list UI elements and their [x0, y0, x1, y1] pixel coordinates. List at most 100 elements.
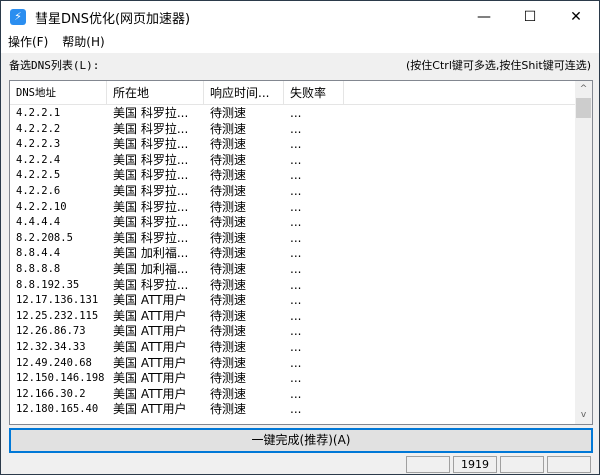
cell-response-time: 待测速: [210, 293, 247, 308]
cell-response-time: 待测速: [210, 215, 247, 230]
cell-location: 美国 科罗拉...: [113, 137, 189, 152]
cell-failure-rate: ...: [290, 168, 302, 183]
cell-location: 美国 加利福...: [113, 261, 189, 276]
cell-dns-address: 4.2.2.3: [16, 138, 61, 151]
window-title: 彗星DNS优化(网页加速器): [35, 11, 191, 27]
cell-response-time: 待测速: [210, 277, 247, 292]
cell-dns-address: 4.2.2.10: [16, 200, 67, 213]
cell-dns-address: 4.4.4.4: [16, 216, 61, 229]
menu-help[interactable]: 帮助(H): [55, 33, 111, 53]
cell-failure-rate: ...: [290, 277, 302, 292]
cell-location: 美国 科罗拉...: [113, 215, 189, 230]
table-row[interactable]: 12.25.232.115 美国 ATT用户 待测速...: [10, 309, 344, 325]
cell-response-time: 待测速: [210, 246, 247, 261]
cell-response-time: 待测速: [210, 199, 247, 214]
table-row[interactable]: 4.2.2.3 美国 科罗拉... 待测速...: [10, 137, 344, 153]
scroll-thumb[interactable]: [576, 98, 591, 118]
table-row[interactable]: 4.2.2.10 美国 科罗拉... 待测速...: [10, 200, 344, 216]
table-row[interactable]: 8.8.4.4 美国 加利福... 待测速...: [10, 246, 344, 262]
cell-failure-rate: ...: [290, 106, 302, 120]
cell-dns-address: 4.2.2.1: [16, 107, 61, 119]
cell-dns-address: 4.2.2.2: [16, 122, 61, 135]
cell-dns-address: 4.2.2.6: [16, 184, 61, 197]
cell-location: 美国 ATT用户: [113, 371, 187, 386]
cell-location: 美国 ATT用户: [113, 339, 187, 354]
scroll-up-icon[interactable]: ^: [575, 81, 592, 98]
table-row[interactable]: 12.150.146.198 美国 ATT用户 待测速...: [10, 371, 344, 387]
status-pane: [406, 456, 450, 473]
minimize-button[interactable]: —: [461, 1, 507, 33]
cell-response-time: 待测速: [210, 152, 247, 167]
cell-failure-rate: ...: [290, 199, 302, 214]
one-click-optimize-button[interactable]: 一键完成(推荐)(A): [9, 428, 593, 453]
menu-operate[interactable]: 操作(F): [1, 33, 55, 53]
cell-failure-rate: ...: [290, 339, 302, 354]
cell-location: 美国 科罗拉...: [113, 230, 189, 245]
cell-response-time: 待测速: [210, 355, 247, 370]
table-row[interactable]: 8.8.8.8 美国 加利福... 待测速...: [10, 262, 344, 278]
cell-failure-rate: ...: [290, 261, 302, 276]
vertical-scrollbar[interactable]: ^ v: [575, 81, 592, 424]
cell-response-time: 待测速: [210, 386, 247, 401]
cell-response-time: 待测速: [210, 168, 247, 183]
table-row[interactable]: 12.17.136.131 美国 ATT用户 待测速...: [10, 293, 344, 309]
cell-dns-address: 12.26.86.73: [16, 325, 86, 338]
menu-bar: 操作(F) 帮助(H): [1, 33, 599, 53]
cell-failure-rate: ...: [290, 121, 302, 136]
table-row[interactable]: 12.180.165.40 美国 ATT用户 待测速...: [10, 402, 344, 418]
table-row[interactable]: 8.2.208.5 美国 科罗拉... 待测速...: [10, 231, 344, 247]
title-bar: ⚡ 彗星DNS优化(网页加速器) — ☐ ✕: [1, 1, 599, 33]
table-row[interactable]: 12.49.240.68 美国 ATT用户 待测速...: [10, 356, 344, 372]
column-response-time[interactable]: 响应时间...: [204, 81, 284, 104]
table-row[interactable]: 8.8.192.35 美国 科罗拉... 待测速...: [10, 278, 344, 294]
cell-failure-rate: ...: [290, 355, 302, 370]
cell-dns-address: 8.8.192.35: [16, 278, 80, 291]
app-lightning-icon: ⚡: [10, 9, 26, 25]
status-pane: [500, 456, 544, 473]
table-row[interactable]: 4.2.2.4 美国 科罗拉... 待测速...: [10, 153, 344, 169]
cell-dns-address: 12.180.165.40: [16, 403, 99, 416]
cell-dns-address: 8.8.4.4: [16, 247, 61, 260]
table-row[interactable]: 12.26.86.73 美国 ATT用户 待测速...: [10, 324, 344, 340]
status-pane: [547, 456, 591, 473]
table-row[interactable]: 4.2.2.5 美国 科罗拉... 待测速...: [10, 168, 344, 184]
dns-list[interactable]: DNS地址 所在地 响应时间... 失败率 4.2.2.1 美国 科罗拉... 待测…: [9, 80, 593, 425]
cell-failure-rate: ...: [290, 386, 302, 401]
cell-response-time: 待测速: [210, 402, 247, 417]
cell-response-time: 待测速: [210, 308, 247, 323]
column-failure-rate[interactable]: 失败率: [284, 81, 344, 104]
table-row[interactable]: 4.2.2.6 美国 科罗拉... 待测速...: [10, 184, 344, 200]
column-dns-address[interactable]: DNS地址: [10, 81, 107, 104]
close-button[interactable]: ✕: [553, 1, 599, 33]
cell-failure-rate: ...: [290, 371, 302, 386]
table-row[interactable]: 4.2.2.2 美国 科罗拉... 待测速...: [10, 122, 344, 138]
cell-response-time: 待测速: [210, 339, 247, 354]
cell-failure-rate: ...: [290, 308, 302, 323]
cell-response-time: 待测速: [210, 121, 247, 136]
table-row[interactable]: 4.4.4.4 美国 科罗拉... 待测速...: [10, 215, 344, 231]
cell-dns-address: 12.49.240.68: [16, 356, 92, 369]
cell-location: 美国 ATT用户: [113, 355, 187, 370]
cell-location: 美国 科罗拉...: [113, 168, 189, 183]
status-bar: 1919: [1, 456, 599, 475]
cell-location: 美国 科罗拉...: [113, 199, 189, 214]
table-row[interactable]: 12.166.30.2 美国 ATT用户 待测速...: [10, 387, 344, 403]
status-pane: 1919: [453, 456, 497, 473]
scroll-down-icon[interactable]: v: [575, 407, 592, 424]
cell-location: 美国 加利福...: [113, 246, 189, 261]
cell-dns-address: 12.166.30.2: [16, 387, 86, 400]
cell-dns-address: 4.2.2.5: [16, 169, 61, 182]
cell-location: 美国 ATT用户: [113, 324, 187, 339]
cell-failure-rate: ...: [290, 137, 302, 152]
column-location[interactable]: 所在地: [107, 81, 204, 104]
cell-response-time: 待测速: [210, 230, 247, 245]
cell-location: 美国 ATT用户: [113, 293, 187, 308]
cell-dns-address: 12.25.232.115: [16, 309, 99, 322]
cell-failure-rate: ...: [290, 324, 302, 339]
cell-response-time: 待测速: [210, 324, 247, 339]
table-row[interactable]: 12.32.34.33 美国 ATT用户 待测速...: [10, 340, 344, 356]
maximize-button[interactable]: ☐: [507, 1, 553, 33]
table-row[interactable]: 4.2.2.1 美国 科罗拉... 待测速...: [10, 106, 344, 122]
dns-list-label: 备选DNS列表(L):: [9, 59, 100, 72]
cell-location: 美国 ATT用户: [113, 386, 187, 401]
